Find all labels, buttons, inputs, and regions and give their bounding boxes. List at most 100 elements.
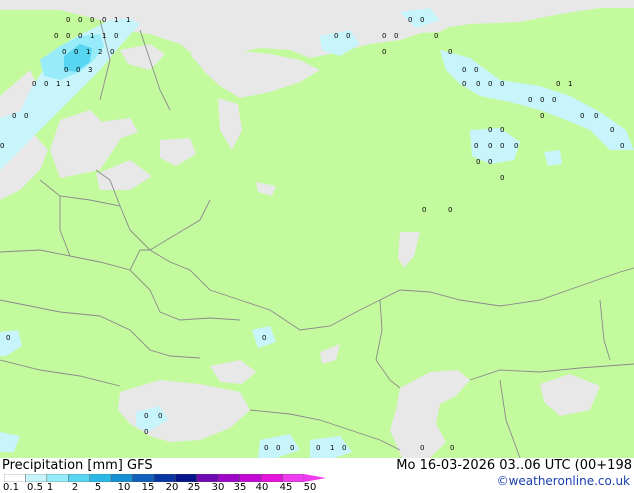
- legend-footer: Precipitation [mm] GFS Mo 16-03-2026 03.…: [0, 458, 634, 493]
- scale-swatch: [175, 474, 198, 482]
- scale-tick-label: 45: [279, 482, 293, 493]
- title-text: Precipitation [mm]: [2, 458, 123, 473]
- precip-value: 0: [488, 80, 492, 88]
- precip-value: 0: [262, 334, 266, 342]
- scale-tick-label: 5: [94, 482, 102, 493]
- scale-swatch: [282, 474, 305, 482]
- precip-value: 1: [102, 32, 106, 40]
- precip-value: 0: [316, 444, 320, 452]
- precip-value: 0: [476, 158, 480, 166]
- precip-value: 0: [44, 80, 48, 88]
- scale-swatch: [4, 474, 26, 482]
- precip-value: 0: [540, 96, 544, 104]
- precip-value: 0: [24, 112, 28, 120]
- scale-swatch: [218, 474, 240, 482]
- scale-tick-label: 0.1: [3, 482, 19, 493]
- precip-value: 0: [6, 334, 10, 342]
- precip-value: 2: [98, 48, 102, 56]
- scale-tick-label: 15: [141, 482, 155, 493]
- precip-value: 0: [552, 96, 556, 104]
- precip-value: 0: [500, 174, 504, 182]
- precip-value: 0: [144, 412, 148, 420]
- precip-value: 0: [32, 80, 36, 88]
- scale-swatch: [153, 474, 176, 482]
- precip-value: 0: [500, 126, 504, 134]
- precip-value: 0: [488, 158, 492, 166]
- precip-value: 1: [90, 32, 94, 40]
- precip-value: 0: [382, 32, 386, 40]
- precip-value: 0: [394, 32, 398, 40]
- precip-value: 1: [126, 16, 130, 24]
- precip-value: 0: [500, 142, 504, 150]
- precip-value: 0: [450, 444, 454, 452]
- scale-tick-label: 20: [165, 482, 179, 493]
- scale-tick-label: 10: [117, 482, 131, 493]
- scale-arrow: [304, 474, 326, 482]
- precip-value: 0: [158, 412, 162, 420]
- precip-value: 0: [514, 142, 518, 150]
- valid-time: Mo 16-03-2026 03..06 UTC (00+198: [396, 458, 632, 473]
- precip-value: 0: [620, 142, 624, 150]
- precip-value: 0: [462, 66, 466, 74]
- precip-value: 0: [476, 80, 480, 88]
- precip-value: 0: [114, 32, 118, 40]
- precip-value: 0: [102, 16, 106, 24]
- scale-tick-label: 1: [46, 482, 54, 493]
- precip-value: 0: [448, 206, 452, 214]
- precip-value: 1: [66, 80, 70, 88]
- scale-swatch: [89, 474, 112, 482]
- scale-swatch: [239, 474, 262, 482]
- precip-value: 0: [342, 444, 346, 452]
- scale-tick-label: 30: [211, 482, 225, 493]
- precip-value: 0: [462, 80, 466, 88]
- color-scale: [4, 474, 326, 482]
- precip-value: 0: [110, 48, 114, 56]
- precip-value: 0: [528, 96, 532, 104]
- precip-value: 0: [580, 112, 584, 120]
- scale-swatch: [260, 474, 283, 482]
- precip-value: 0: [90, 16, 94, 24]
- precip-value: 0: [420, 444, 424, 452]
- precip-value: 0: [78, 16, 82, 24]
- precip-value: 0: [346, 32, 350, 40]
- precip-value: 0: [594, 112, 598, 120]
- precip-value: 0: [64, 66, 68, 74]
- precip-value: 3: [88, 66, 92, 74]
- product-title: Precipitation [mm] GFS: [2, 458, 153, 473]
- precip-value: 0: [488, 126, 492, 134]
- scale-tick-label: 50: [303, 482, 317, 493]
- precip-value: 0: [610, 126, 614, 134]
- precip-value: 1: [114, 16, 118, 24]
- precip-value: 0: [448, 48, 452, 56]
- precip-value: 0: [382, 48, 386, 56]
- precip-value: 1: [86, 48, 90, 56]
- precip-value: 0: [144, 428, 148, 436]
- precip-value: 0: [290, 444, 294, 452]
- precip-value: 0: [556, 80, 560, 88]
- precip-value: 0: [74, 48, 78, 56]
- scale-swatch: [46, 474, 69, 482]
- precip-value: 0: [474, 142, 478, 150]
- precip-value: 0: [54, 32, 58, 40]
- scale-swatch: [68, 474, 90, 482]
- precip-value: 0: [78, 32, 82, 40]
- precip-value: 0: [500, 80, 504, 88]
- precipitation-map: 0 0 0 0 1 10 0 0 1 1 00 0 1 2 00 0 30 0 1 10 000 0 0 00 00000 00 0…: [0, 0, 634, 458]
- precip-value: 0: [62, 48, 66, 56]
- precip-value: 0: [408, 16, 412, 24]
- credit-link[interactable]: ©weatheronline.co.uk: [497, 474, 630, 488]
- precip-value: 0: [334, 32, 338, 40]
- scale-tick-label: 25: [187, 482, 201, 493]
- scale-swatch: [25, 474, 48, 482]
- scale-tick-label: 40: [255, 482, 269, 493]
- precip-value: 0: [264, 444, 268, 452]
- precip-value: 0: [276, 444, 280, 452]
- precip-value: 0: [422, 206, 426, 214]
- precip-value: 0: [488, 142, 492, 150]
- precip-value: 1: [330, 444, 334, 452]
- scale-swatch: [132, 474, 155, 482]
- precip-value: 1: [568, 80, 572, 88]
- precip-value: 0: [76, 66, 80, 74]
- scale-tick-label: 35: [233, 482, 247, 493]
- scale-swatch: [110, 474, 133, 482]
